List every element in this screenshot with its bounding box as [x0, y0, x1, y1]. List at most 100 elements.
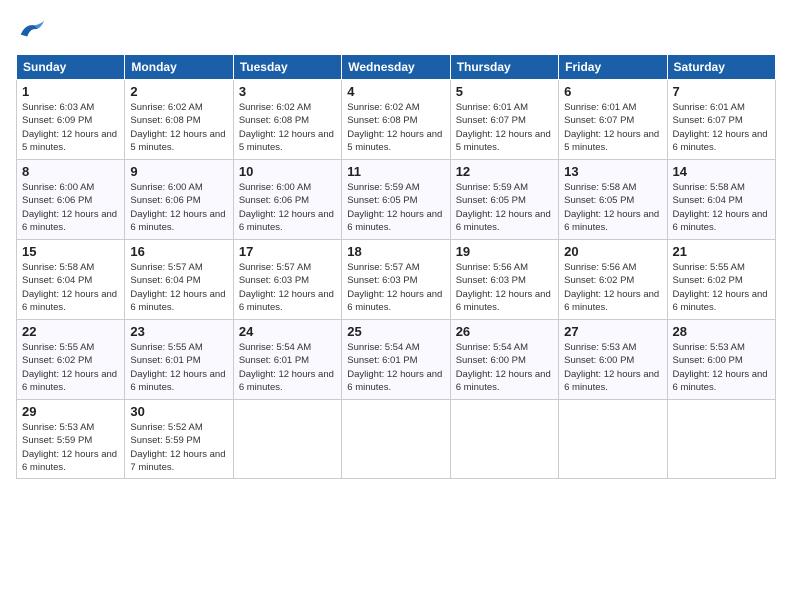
- sunset-label: Sunset: 6:05 PM: [564, 195, 634, 206]
- sunset-label: Sunset: 6:06 PM: [239, 195, 309, 206]
- calendar-cell: [667, 400, 775, 479]
- sunset-label: Sunset: 5:59 PM: [22, 435, 92, 446]
- calendar-cell: 19 Sunrise: 5:56 AM Sunset: 6:03 PM Dayl…: [450, 240, 558, 320]
- sunrise-label: Sunrise: 5:55 AM: [673, 262, 745, 273]
- sunrise-label: Sunrise: 5:57 AM: [239, 262, 311, 273]
- day-info: Sunrise: 6:02 AM Sunset: 6:08 PM Dayligh…: [239, 101, 336, 154]
- calendar-cell: 29 Sunrise: 5:53 AM Sunset: 5:59 PM Dayl…: [17, 400, 125, 479]
- sunrise-label: Sunrise: 6:03 AM: [22, 102, 94, 113]
- sunrise-label: Sunrise: 5:53 AM: [564, 342, 636, 353]
- calendar-cell: 17 Sunrise: 5:57 AM Sunset: 6:03 PM Dayl…: [233, 240, 341, 320]
- sunrise-label: Sunrise: 5:52 AM: [130, 422, 202, 433]
- day-info: Sunrise: 5:55 AM Sunset: 6:01 PM Dayligh…: [130, 341, 227, 394]
- sunrise-label: Sunrise: 5:55 AM: [22, 342, 94, 353]
- sunset-label: Sunset: 6:09 PM: [22, 115, 92, 126]
- calendar-cell: 13 Sunrise: 5:58 AM Sunset: 6:05 PM Dayl…: [559, 160, 667, 240]
- daylight-label: Daylight: 12 hours and 6 minutes.: [564, 289, 659, 313]
- sunset-label: Sunset: 6:05 PM: [456, 195, 526, 206]
- calendar-cell: 3 Sunrise: 6:02 AM Sunset: 6:08 PM Dayli…: [233, 80, 341, 160]
- sunset-label: Sunset: 6:08 PM: [130, 115, 200, 126]
- day-number: 10: [239, 164, 336, 179]
- calendar-week-5: 29 Sunrise: 5:53 AM Sunset: 5:59 PM Dayl…: [17, 400, 776, 479]
- sunset-label: Sunset: 6:02 PM: [673, 275, 743, 286]
- daylight-label: Daylight: 12 hours and 5 minutes.: [130, 129, 225, 153]
- day-number: 25: [347, 324, 444, 339]
- day-header-thursday: Thursday: [450, 55, 558, 80]
- sunrise-label: Sunrise: 5:59 AM: [347, 182, 419, 193]
- daylight-label: Daylight: 12 hours and 6 minutes.: [347, 369, 442, 393]
- calendar-cell: [559, 400, 667, 479]
- day-info: Sunrise: 6:00 AM Sunset: 6:06 PM Dayligh…: [22, 181, 119, 234]
- calendar-cell: 11 Sunrise: 5:59 AM Sunset: 6:05 PM Dayl…: [342, 160, 450, 240]
- sunrise-label: Sunrise: 5:58 AM: [673, 182, 745, 193]
- day-number: 27: [564, 324, 661, 339]
- calendar-week-2: 8 Sunrise: 6:00 AM Sunset: 6:06 PM Dayli…: [17, 160, 776, 240]
- day-info: Sunrise: 5:52 AM Sunset: 5:59 PM Dayligh…: [130, 421, 227, 474]
- day-info: Sunrise: 5:59 AM Sunset: 6:05 PM Dayligh…: [456, 181, 553, 234]
- sunset-label: Sunset: 6:04 PM: [130, 275, 200, 286]
- day-number: 3: [239, 84, 336, 99]
- sunrise-label: Sunrise: 5:58 AM: [22, 262, 94, 273]
- calendar-cell: 24 Sunrise: 5:54 AM Sunset: 6:01 PM Dayl…: [233, 320, 341, 400]
- day-number: 18: [347, 244, 444, 259]
- sunset-label: Sunset: 6:00 PM: [564, 355, 634, 366]
- day-info: Sunrise: 5:53 AM Sunset: 6:00 PM Dayligh…: [673, 341, 770, 394]
- sunrise-label: Sunrise: 5:59 AM: [456, 182, 528, 193]
- day-number: 12: [456, 164, 553, 179]
- calendar-cell: 14 Sunrise: 5:58 AM Sunset: 6:04 PM Dayl…: [667, 160, 775, 240]
- sunset-label: Sunset: 5:59 PM: [130, 435, 200, 446]
- sunrise-label: Sunrise: 5:53 AM: [673, 342, 745, 353]
- daylight-label: Daylight: 12 hours and 5 minutes.: [347, 129, 442, 153]
- day-number: 29: [22, 404, 119, 419]
- calendar-cell: 21 Sunrise: 5:55 AM Sunset: 6:02 PM Dayl…: [667, 240, 775, 320]
- calendar-cell: [233, 400, 341, 479]
- calendar-cell: 20 Sunrise: 5:56 AM Sunset: 6:02 PM Dayl…: [559, 240, 667, 320]
- calendar-week-1: 1 Sunrise: 6:03 AM Sunset: 6:09 PM Dayli…: [17, 80, 776, 160]
- daylight-label: Daylight: 12 hours and 6 minutes.: [22, 369, 117, 393]
- daylight-label: Daylight: 12 hours and 6 minutes.: [130, 289, 225, 313]
- daylight-label: Daylight: 12 hours and 6 minutes.: [564, 369, 659, 393]
- calendar-cell: 23 Sunrise: 5:55 AM Sunset: 6:01 PM Dayl…: [125, 320, 233, 400]
- logo: [16, 16, 48, 44]
- day-number: 22: [22, 324, 119, 339]
- day-info: Sunrise: 5:56 AM Sunset: 6:03 PM Dayligh…: [456, 261, 553, 314]
- sunset-label: Sunset: 6:02 PM: [22, 355, 92, 366]
- day-info: Sunrise: 5:59 AM Sunset: 6:05 PM Dayligh…: [347, 181, 444, 234]
- day-info: Sunrise: 5:54 AM Sunset: 6:00 PM Dayligh…: [456, 341, 553, 394]
- daylight-label: Daylight: 12 hours and 6 minutes.: [22, 289, 117, 313]
- header: [16, 16, 776, 44]
- calendar-table: SundayMondayTuesdayWednesdayThursdayFrid…: [16, 54, 776, 479]
- sunrise-label: Sunrise: 5:58 AM: [564, 182, 636, 193]
- calendar-cell: 6 Sunrise: 6:01 AM Sunset: 6:07 PM Dayli…: [559, 80, 667, 160]
- sunrise-label: Sunrise: 5:57 AM: [130, 262, 202, 273]
- sunset-label: Sunset: 6:05 PM: [347, 195, 417, 206]
- day-number: 30: [130, 404, 227, 419]
- sunset-label: Sunset: 6:06 PM: [130, 195, 200, 206]
- day-info: Sunrise: 5:53 AM Sunset: 5:59 PM Dayligh…: [22, 421, 119, 474]
- calendar-cell: 16 Sunrise: 5:57 AM Sunset: 6:04 PM Dayl…: [125, 240, 233, 320]
- sunrise-label: Sunrise: 6:01 AM: [564, 102, 636, 113]
- calendar-cell: 2 Sunrise: 6:02 AM Sunset: 6:08 PM Dayli…: [125, 80, 233, 160]
- day-info: Sunrise: 5:58 AM Sunset: 6:04 PM Dayligh…: [673, 181, 770, 234]
- daylight-label: Daylight: 12 hours and 6 minutes.: [22, 209, 117, 233]
- daylight-label: Daylight: 12 hours and 6 minutes.: [456, 289, 551, 313]
- calendar-cell: [450, 400, 558, 479]
- sunrise-label: Sunrise: 5:56 AM: [456, 262, 528, 273]
- calendar-week-4: 22 Sunrise: 5:55 AM Sunset: 6:02 PM Dayl…: [17, 320, 776, 400]
- sunset-label: Sunset: 6:07 PM: [564, 115, 634, 126]
- day-info: Sunrise: 5:55 AM Sunset: 6:02 PM Dayligh…: [22, 341, 119, 394]
- day-number: 9: [130, 164, 227, 179]
- sunrise-label: Sunrise: 5:54 AM: [239, 342, 311, 353]
- daylight-label: Daylight: 12 hours and 6 minutes.: [673, 289, 768, 313]
- day-header-saturday: Saturday: [667, 55, 775, 80]
- sunrise-label: Sunrise: 6:01 AM: [673, 102, 745, 113]
- day-number: 13: [564, 164, 661, 179]
- day-header-wednesday: Wednesday: [342, 55, 450, 80]
- sunrise-label: Sunrise: 6:00 AM: [130, 182, 202, 193]
- day-info: Sunrise: 5:54 AM Sunset: 6:01 PM Dayligh…: [347, 341, 444, 394]
- sunrise-label: Sunrise: 5:54 AM: [456, 342, 528, 353]
- daylight-label: Daylight: 12 hours and 6 minutes.: [564, 209, 659, 233]
- day-number: 19: [456, 244, 553, 259]
- day-info: Sunrise: 6:02 AM Sunset: 6:08 PM Dayligh…: [347, 101, 444, 154]
- daylight-label: Daylight: 12 hours and 6 minutes.: [130, 369, 225, 393]
